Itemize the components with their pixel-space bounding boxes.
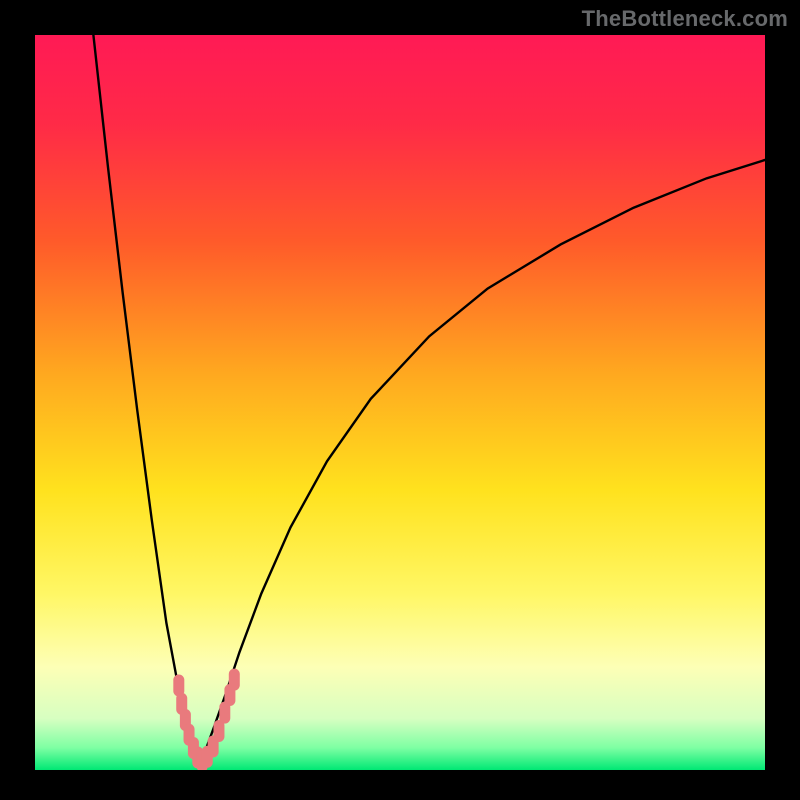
valley-marker — [213, 720, 224, 742]
valley-marker — [229, 669, 240, 691]
outer-frame: TheBottleneck.com — [0, 0, 800, 800]
bottleneck-chart — [35, 35, 765, 770]
plot-area — [35, 35, 765, 770]
curve-bottleneck-curve-left — [93, 35, 200, 760]
watermark-text: TheBottleneck.com — [582, 6, 788, 32]
curve-bottleneck-curve-right — [200, 160, 765, 761]
